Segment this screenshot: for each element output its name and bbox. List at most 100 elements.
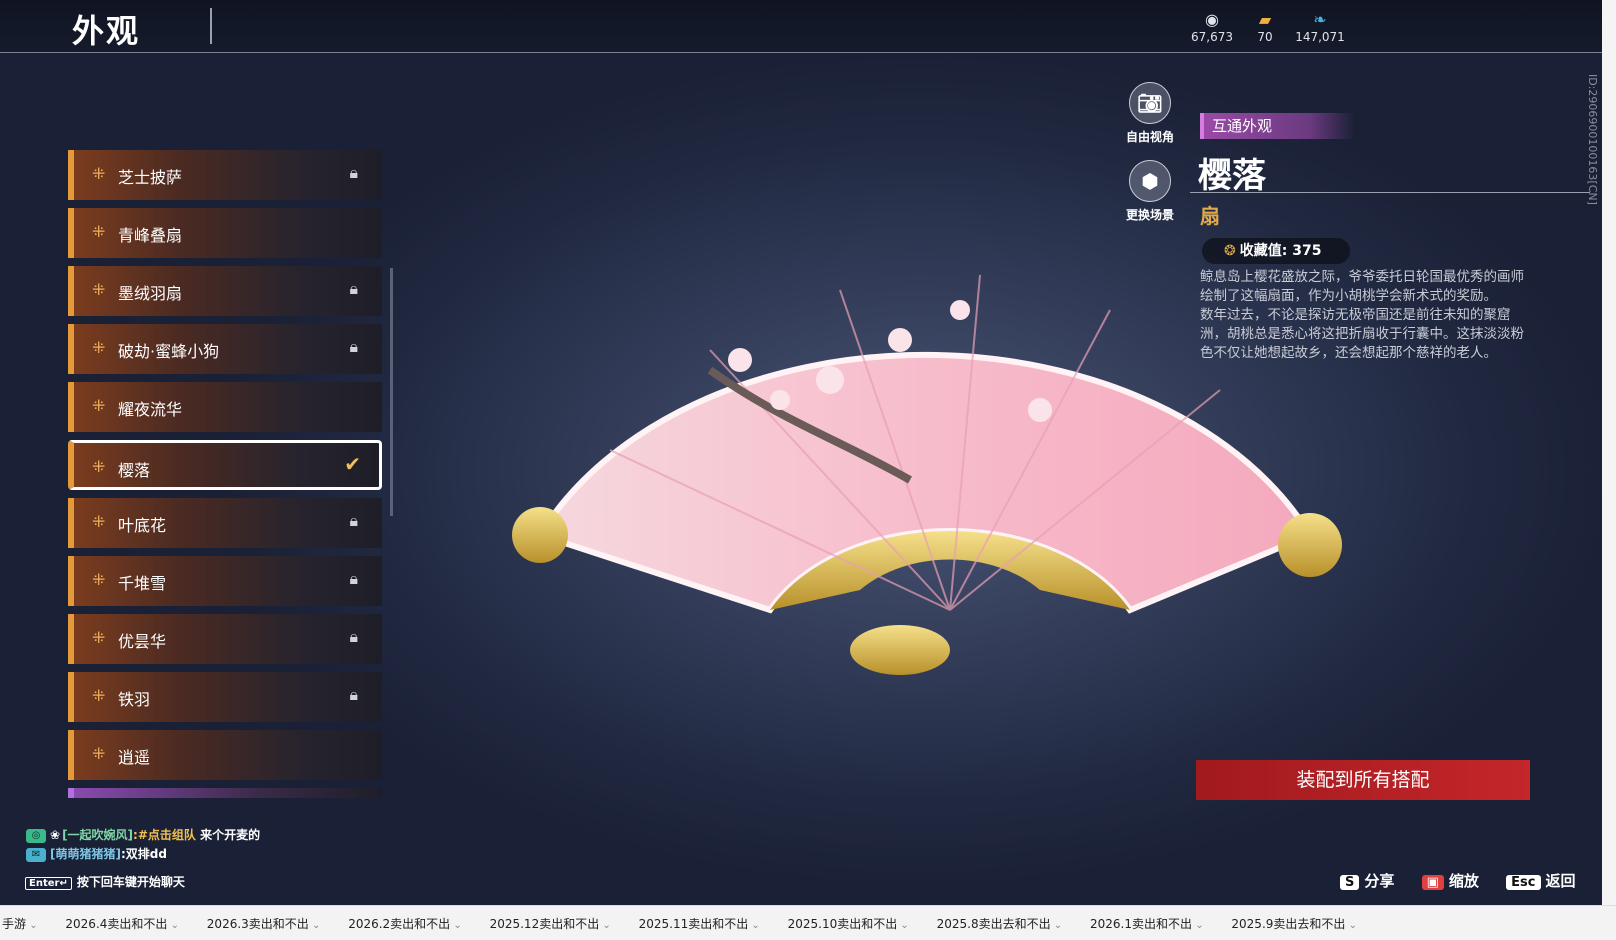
back-hint[interactable]: Esc 返回 (1506, 872, 1576, 890)
team-channel-icon: ◎ (26, 828, 46, 843)
list-item[interactable]: ⁜ 千堆雪 🔒︎ (68, 556, 382, 606)
ticket-icon: ▰ (1258, 10, 1272, 29)
list-item[interactable]: ⁜ 青峰叠扇 (68, 208, 382, 258)
list-item[interactable]: ⁜ 墨绒羽扇 🔒︎ (68, 266, 382, 316)
fan-item-icon: ⁜ (92, 744, 106, 763)
world-channel-icon: ✉ (26, 847, 46, 862)
chat-message: ◎ ❀ [一起吹婉风]:#点击组队 来个开麦的 (26, 826, 260, 845)
fan-item-icon: ⁜ (92, 396, 106, 415)
list-item-label: 耀夜流华 (118, 400, 183, 419)
key-hints: S 分享 ▣ 缩放 Esc 返回 (1340, 870, 1598, 891)
description-paragraph-2: 数年过去，不论是探访无极帝国还是前往未知的聚窟洲，胡桃总是悉心将这把折扇收于行囊… (1200, 307, 1524, 361)
lock-icon: 🔒︎ (349, 163, 358, 182)
shared-skin-tag: 互通外观 (1200, 113, 1355, 139)
chat-sender: [萌萌猪猪猪] (50, 847, 121, 861)
chat-box[interactable]: ◎ ❀ [一起吹婉风]:#点击组队 来个开麦的 ✉ [萌萌猪猪猪]:双排dd (26, 826, 260, 864)
list-item[interactable]: ⁜ 优昙华 🔒︎ (68, 614, 382, 664)
list-item[interactable] (68, 788, 382, 798)
free-camera-label: 自由视角 (1125, 130, 1174, 144)
top-bar: 外观 ◉ 67,673 ▰ 70 ❧ 147,071 (0, 0, 1602, 53)
collection-value-label: 收藏值: 375 (1239, 243, 1322, 259)
list-item-label: 优昙华 (118, 632, 167, 651)
s-key-icon: S (1340, 875, 1360, 890)
list-item-label: 芝士披萨 (118, 168, 183, 187)
zoom-key-icon: ▣ (1421, 875, 1444, 890)
chat-text: :双排dd (120, 847, 167, 861)
fan-item-icon: ⁜ (92, 338, 106, 357)
list-item[interactable]: ⁜ 铁羽 🔒︎ (68, 672, 382, 722)
fan-item-icon: ⁜ (92, 457, 106, 476)
skin-list[interactable]: ⁜ 芝士披萨 🔒︎ ⁜ 青峰叠扇 ⁜ 墨绒羽扇 🔒︎ ⁜ 破劫·蜜蜂小狗 🔒︎ ⁜ 耀夜流华 ⁜… (68, 150, 388, 798)
item-name: 樱落 (1198, 156, 1266, 196)
currency-coins-value: 67,673 (1191, 30, 1233, 44)
coin-stack-icon: ◉ (1205, 10, 1219, 29)
chat-team-link[interactable]: :#点击组队 (133, 828, 196, 842)
name-divider (1190, 192, 1590, 193)
currency-tickets: ▰ 70 (1235, 10, 1295, 44)
zoom-hint[interactable]: ▣ 缩放 (1421, 872, 1479, 890)
sheet-tab[interactable]: 2026.3卖出和不出 (193, 906, 331, 932)
list-item-label: 逍遥 (118, 748, 151, 767)
list-item[interactable]: ⁜ 叶底花 🔒︎ (68, 498, 382, 548)
collection-icon: ❂ (1224, 243, 1236, 259)
list-item[interactable]: ⁜ 破劫·蜜蜂小狗 🔒︎ (68, 324, 382, 374)
currency-coins: ◉ 67,673 (1182, 10, 1242, 44)
sheet-tab[interactable]: 2025.10卖出和不出 (774, 906, 919, 932)
share-label: 分享 (1364, 872, 1395, 890)
list-item-label: 墨绒羽扇 (118, 284, 183, 303)
sheet-tab-bar: 手游 2026.4卖出和不出 2026.3卖出和不出 2026.2卖出和不出 2… (0, 905, 1616, 940)
enter-key-icon: Enter↵ (25, 877, 72, 890)
background-window-edge (1602, 0, 1616, 905)
item-description: 鲸息岛上樱花盛放之际，爷爷委托日轮国最优秀的画师绘制了这幅扇面，作为小胡桃学会新… (1200, 268, 1535, 363)
list-item[interactable]: ⁜ 耀夜流华 (68, 382, 382, 432)
camera-icon: 📷︎ (1129, 82, 1171, 124)
list-scrollbar[interactable] (390, 268, 393, 516)
sheet-tab[interactable]: 2025.12卖出和不出 (476, 906, 621, 932)
share-hint[interactable]: S 分享 (1340, 872, 1394, 890)
sheet-tab[interactable]: 2026.4卖出和不出 (51, 906, 189, 932)
back-label: 返回 (1545, 872, 1576, 890)
list-item-label: 樱落 (118, 461, 151, 480)
sheet-tab[interactable]: 手游 (0, 906, 48, 932)
game-viewport: 外观 ◉ 67,673 ▰ 70 ❧ 147,071 ⁜ 芝士披萨 🔒︎ ⁜ 青峰叠扇… (0, 0, 1602, 905)
sheet-tab[interactable]: 2025.9卖出去和不出 (1217, 906, 1367, 932)
sheet-tab[interactable]: 2026.2卖出和不出 (334, 906, 472, 932)
list-item[interactable]: ⁜ 芝士披萨 🔒︎ (68, 150, 382, 200)
free-camera-button[interactable]: 📷︎ 自由视角 (1110, 82, 1190, 145)
lock-icon: 🔒︎ (349, 685, 358, 704)
page-title: 外观 (72, 12, 141, 50)
fan-item-icon: ⁜ (92, 222, 106, 241)
currency-tickets-value: 70 (1257, 30, 1273, 44)
fan-item-icon: ⁜ (92, 686, 106, 705)
lock-icon: 🔒︎ (349, 337, 358, 356)
lock-icon: 🔒︎ (349, 569, 358, 588)
equip-all-button[interactable]: 装配到所有搭配 (1196, 760, 1530, 800)
scene-cube-icon: ⬢ (1129, 160, 1171, 202)
currency-feathers-value: 147,071 (1295, 30, 1345, 44)
chat-text: 来个开麦的 (195, 828, 261, 842)
list-item-label: 青峰叠扇 (118, 226, 183, 245)
item-type: 扇 (1200, 204, 1220, 228)
esc-key-icon: Esc (1506, 875, 1541, 890)
fan-item-icon: ⁜ (92, 164, 106, 183)
change-scene-button[interactable]: ⬢ 更换场景 (1110, 160, 1190, 223)
fan-item-icon: ⁜ (92, 512, 106, 531)
lock-icon: 🔒︎ (349, 511, 358, 530)
list-item-selected[interactable]: ⁜ 樱落 ✔ (68, 440, 382, 490)
check-icon: ✔ (344, 452, 361, 476)
fan-item-icon: ⁜ (92, 280, 106, 299)
list-item-label: 千堆雪 (118, 574, 167, 593)
sheet-tab[interactable]: 2025.8卖出去和不出 (923, 906, 1073, 932)
sheet-tab[interactable]: 2025.11卖出和不出 (625, 906, 770, 932)
currency-feathers: ❧ 147,071 (1290, 10, 1350, 44)
list-item[interactable]: ⁜ 逍遥 (68, 730, 382, 780)
sheet-tab[interactable]: 2026.1卖出和不出 (1076, 906, 1214, 932)
list-item-label: 叶底花 (118, 516, 167, 535)
feather-icon: ❧ (1313, 10, 1327, 29)
change-scene-label: 更换场景 (1125, 208, 1174, 222)
collection-value-badge: ❂ 收藏值: 375 (1202, 238, 1350, 264)
lock-icon: 🔒︎ (349, 627, 358, 646)
chat-input-hint[interactable]: Enter↵ 按下回车键开始聊天 (25, 873, 185, 890)
zoom-label: 缩放 (1448, 872, 1479, 890)
title-divider (210, 8, 212, 44)
